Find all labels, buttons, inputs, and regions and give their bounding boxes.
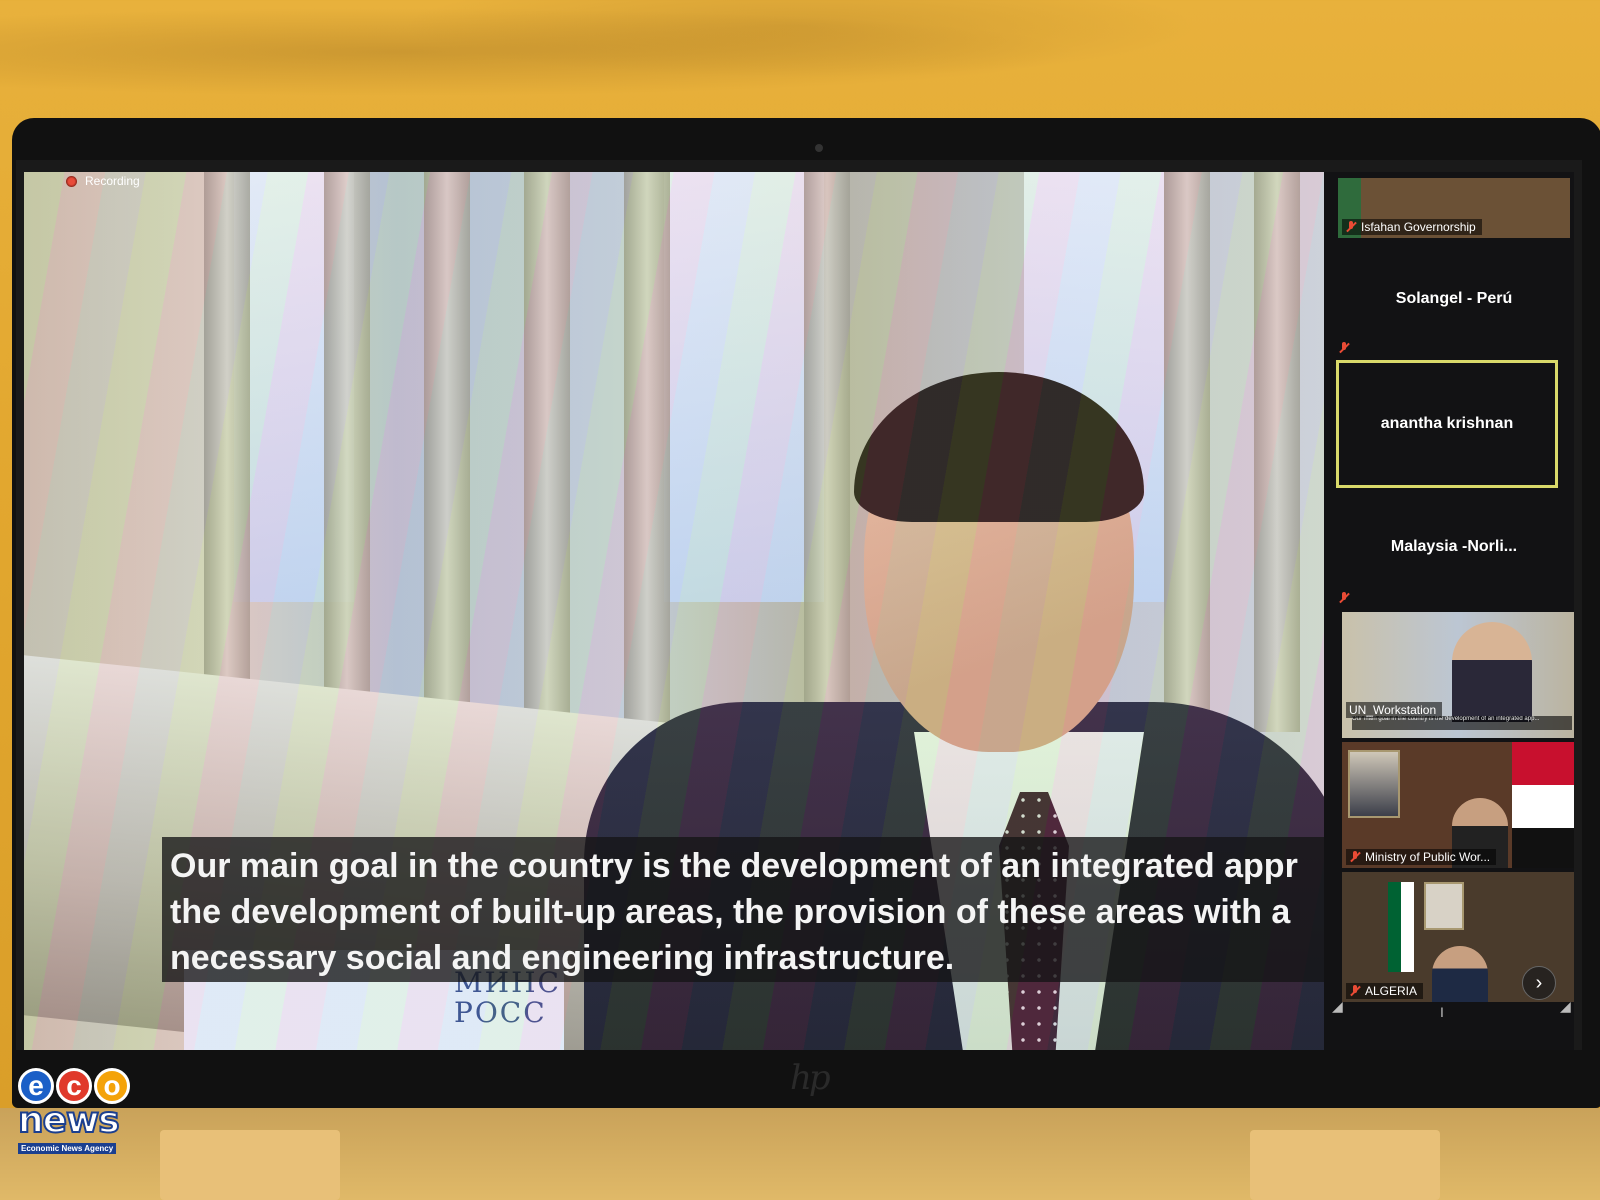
resize-handle-icon[interactable]: ◢ xyxy=(1560,998,1571,1015)
hp-logo: hp xyxy=(790,1058,831,1098)
caption-line: Our main goal in the country is the deve… xyxy=(170,847,1298,885)
recording-indicator[interactable]: Recording xyxy=(66,174,140,188)
window-light xyxy=(664,172,824,602)
curtain xyxy=(324,172,370,732)
curtain xyxy=(524,172,570,732)
algeria-flag-icon xyxy=(1388,882,1414,972)
logo-letter: e xyxy=(18,1068,54,1104)
syria-flag-icon xyxy=(1512,742,1574,868)
participant-tile-anantha[interactable]: anantha krishnan xyxy=(1336,360,1558,488)
participant-name: Malaysia -Norli... xyxy=(1390,538,1518,555)
eco-news-logo: e c o news Economic News Agency xyxy=(17,1068,138,1160)
participant-tile-isfahan[interactable]: Isfahan Governorship xyxy=(1338,178,1570,238)
participant-person xyxy=(1432,946,1488,1002)
mini-speaker xyxy=(1452,622,1532,722)
logo-news: news xyxy=(17,1100,121,1141)
wall-background xyxy=(0,0,1600,130)
curtain xyxy=(1164,172,1210,732)
logo-tagline: Economic News Agency xyxy=(18,1143,117,1154)
logo-letter: o xyxy=(94,1068,130,1104)
participant-name: Ministry of Public Wor... xyxy=(1365,850,1491,864)
participant-tile-malaysia[interactable]: Malaysia -Norli... xyxy=(1338,512,1570,582)
curtain xyxy=(1254,172,1300,732)
main-speaker-video[interactable]: МИНС РОСС Our main goal in the country i… xyxy=(24,172,1354,1050)
recording-dot-icon xyxy=(66,175,77,187)
recording-label: Recording xyxy=(85,174,140,188)
participant-name: ALGERIA xyxy=(1365,984,1418,998)
participant-name: Isfahan Governorship xyxy=(1361,220,1476,234)
video-conference-screen: МИНС РОСС Our main goal in the country i… xyxy=(16,160,1582,1050)
laptop-hinge xyxy=(160,1130,340,1200)
participant-tile-solangel[interactable]: Solangel - Perú xyxy=(1338,264,1570,334)
mic-muted-icon xyxy=(1338,342,1350,354)
webcam xyxy=(815,144,823,152)
mic-muted-icon xyxy=(1349,851,1361,863)
resize-handle-icon[interactable]: ◢ xyxy=(1332,998,1343,1015)
sign-text-line: РОСС xyxy=(454,996,547,1029)
mic-muted-icon xyxy=(1345,221,1357,233)
participant-tile-ministry-public-works[interactable]: Ministry of Public Wor... xyxy=(1342,742,1574,868)
caption-line: the development of built-up areas, the p… xyxy=(170,893,1291,931)
curtain xyxy=(624,172,670,732)
curtain xyxy=(424,172,470,732)
participant-name: Solangel - Perú xyxy=(1395,290,1513,307)
curtain xyxy=(804,172,850,732)
caption-line: necessary social and engineering infrast… xyxy=(170,939,955,977)
next-page-button[interactable]: › xyxy=(1522,966,1556,1000)
participant-tile-un-workstation[interactable]: Our main goal in the country is the deve… xyxy=(1342,612,1574,738)
mic-muted-icon xyxy=(1338,592,1350,604)
laptop-hinge xyxy=(1250,1130,1440,1200)
participant-label: ALGERIA xyxy=(1346,983,1424,999)
text-cursor-icon: I xyxy=(1440,1004,1444,1020)
participant-name: UN_Workstation xyxy=(1349,703,1437,717)
logo-eco: e c o xyxy=(18,1068,138,1104)
chevron-right-icon: › xyxy=(1535,971,1543,994)
logo-letter: c xyxy=(56,1068,92,1104)
mic-muted-icon xyxy=(1349,985,1361,997)
participant-gallery: Isfahan Governorship Solangel - Perú ana… xyxy=(1324,172,1574,1050)
participant-label: Ministry of Public Wor... xyxy=(1346,849,1497,865)
participant-name: anantha krishnan xyxy=(1380,415,1514,432)
mini-caption: Our main goal in the country is the deve… xyxy=(1352,716,1572,730)
curtain xyxy=(204,172,250,732)
portrait-frame xyxy=(1424,882,1464,930)
closed-caption-box: Our main goal in the country is the deve… xyxy=(162,837,1342,982)
participant-label: Isfahan Governorship xyxy=(1342,219,1482,235)
participant-label: UN_Workstation xyxy=(1346,702,1443,718)
portrait-frame xyxy=(1348,750,1400,818)
